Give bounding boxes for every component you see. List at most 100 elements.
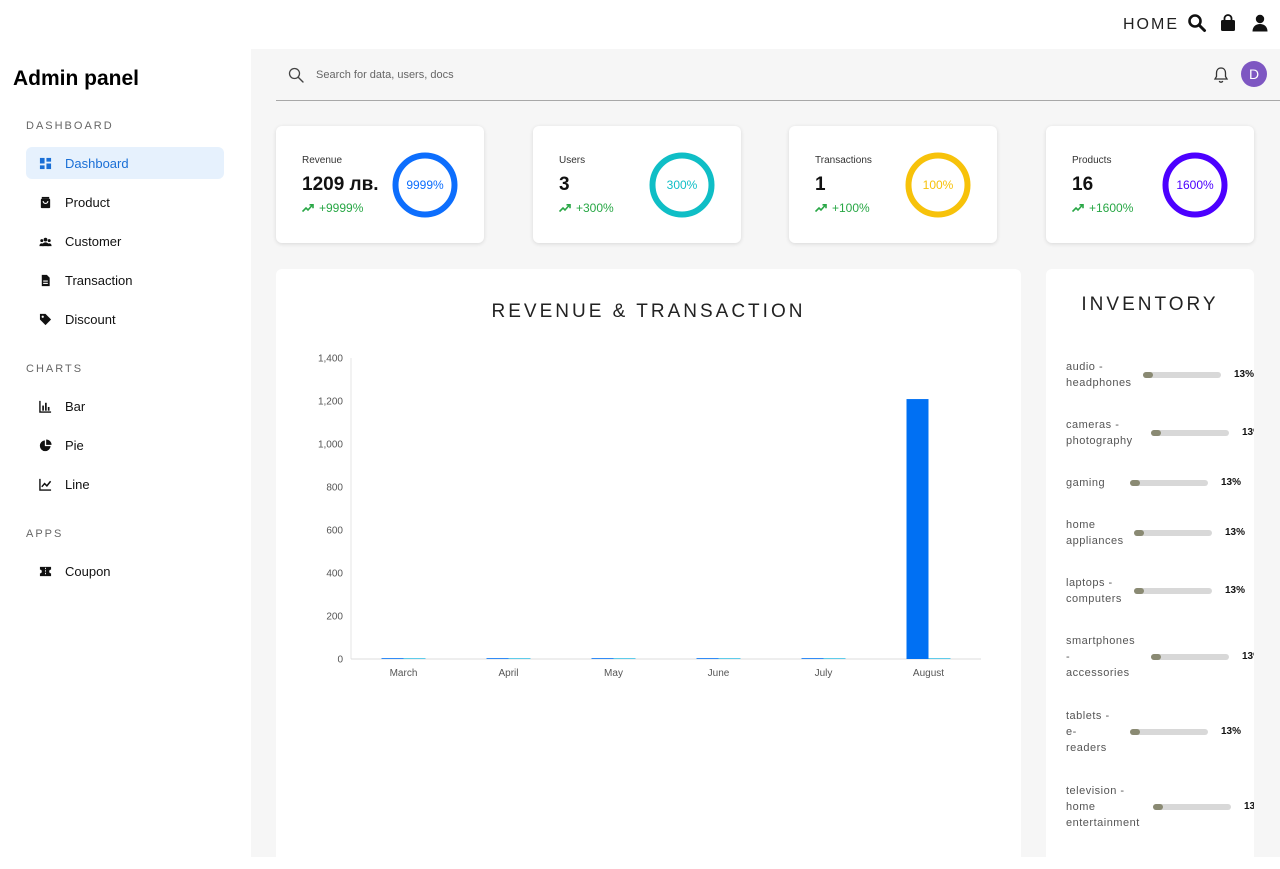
search-icon[interactable]	[1187, 13, 1207, 33]
inventory-category-label: smartphones - accessories	[1066, 633, 1135, 681]
sidebar-item-customer[interactable]: Customer	[26, 225, 224, 257]
sidebar-item-pie[interactable]: Pie	[26, 429, 224, 461]
line-chart-icon	[38, 477, 52, 491]
y-tick-label: 800	[326, 483, 343, 494]
trending-up-icon	[559, 204, 571, 213]
inventory-category-label: laptops - computers	[1066, 575, 1122, 607]
bar-july-series-2	[823, 658, 846, 659]
ring-percent: 300%	[666, 178, 698, 192]
y-tick-label: 600	[326, 526, 343, 537]
ring-percent: 9999%	[406, 178, 444, 192]
sidebar-item-label: Discount	[65, 311, 116, 327]
sidebar-item-discount[interactable]: Discount	[26, 303, 224, 335]
user-icon[interactable]	[1250, 13, 1270, 33]
inventory-percent: 13%	[1242, 651, 1254, 662]
ring-percent: 100%	[922, 178, 954, 192]
x-tick-label: July	[815, 668, 833, 679]
sidebar-item-label: Customer	[65, 233, 122, 249]
inventory-category-line: headphones	[1066, 377, 1132, 389]
shopping-bag-icon[interactable]	[1218, 13, 1238, 33]
sidebar-item-coupon[interactable]: Coupon	[26, 555, 224, 587]
stat-card-transactions: Transactions 1 +100% 100%	[789, 126, 997, 243]
y-tick-label: 400	[326, 569, 343, 580]
stat-change-text: +100%	[832, 201, 870, 215]
stat-card-products: Products 16 +1600% 1600%	[1046, 126, 1254, 243]
sidebar-item-label: Pie	[65, 437, 84, 453]
stat-change: +9999%	[302, 201, 363, 215]
sidebar-item-transaction[interactable]: Transaction	[26, 264, 224, 296]
sidebar-item-product[interactable]: Product	[26, 186, 224, 218]
trending-up-icon	[1072, 204, 1084, 213]
inventory-progress-bar	[1151, 430, 1229, 436]
sidebar-item-bar[interactable]: Bar	[26, 390, 224, 422]
inventory-category-line: accessories	[1066, 667, 1130, 679]
bar-august-series-1	[906, 399, 929, 659]
bar-april-series-1	[486, 658, 509, 659]
sidebar-item-dashboard[interactable]: Dashboard	[26, 147, 224, 179]
x-tick-label: April	[498, 668, 518, 679]
inventory-category-line: smartphones	[1066, 635, 1136, 647]
users-icon	[38, 234, 52, 248]
bell-icon[interactable]	[1213, 66, 1229, 84]
inventory-item: home appliances 13%	[1066, 517, 1254, 549]
inventory-percent: 13%	[1234, 369, 1254, 380]
inventory-progress-fill	[1134, 530, 1145, 536]
section-title-apps: APPS	[26, 528, 64, 540]
stat-card-revenue: Revenue 1209 лв. +9999% 9999%	[276, 126, 484, 243]
avatar[interactable]: D	[1241, 61, 1267, 87]
stat-value: 1209 лв.	[302, 174, 379, 195]
inventory-progress-bar	[1143, 372, 1221, 378]
bar-june-series-2	[718, 658, 741, 659]
stat-value: 3	[559, 174, 570, 195]
bar-march-series-2	[403, 658, 426, 659]
inventory-item: smartphones - accessories 13%	[1066, 633, 1254, 681]
inventory-percent: 13%	[1221, 726, 1242, 737]
inventory-item: cameras - photography 13%	[1066, 417, 1254, 449]
inventory-progress-bar	[1130, 729, 1208, 735]
inventory-progress-fill	[1151, 430, 1162, 436]
inventory-progress-bar	[1151, 654, 1229, 660]
bag-icon	[38, 195, 52, 209]
stat-change-text: +9999%	[319, 201, 364, 215]
sidebar-item-label: Bar	[65, 398, 86, 414]
ring-percent: 1600%	[1176, 178, 1214, 192]
bar-july-series-1	[801, 658, 824, 659]
revenue-transaction-chart: REVENUE & TRANSACTION 0 200 400 600 800 1,000…	[276, 269, 1021, 869]
inventory-percent: 13%	[1242, 427, 1254, 438]
inventory-category-line: entertainment	[1066, 817, 1140, 829]
stat-label: Products	[1072, 155, 1112, 166]
stat-change: +100%	[815, 201, 870, 215]
coupon-icon	[38, 564, 52, 578]
inventory-panel: INVENTORY audio - headphones 13% cameras - p…	[1046, 269, 1254, 869]
inventory-category-label: audio - headphones	[1066, 359, 1132, 391]
stat-label: Revenue	[302, 155, 343, 166]
inventory-title: INVENTORY	[1081, 294, 1219, 315]
inventory-category-line: television -	[1066, 785, 1125, 797]
inventory-category-line: computers	[1066, 593, 1122, 605]
inventory-category-label: tablets - e-readers	[1066, 708, 1110, 756]
bar-may-series-2	[613, 658, 636, 659]
chart-title: REVENUE & TRANSACTION	[491, 301, 806, 322]
bar-june-series-1	[696, 658, 719, 659]
sidebar-item-line[interactable]: Line	[26, 468, 224, 500]
search-input[interactable]	[316, 65, 916, 85]
inventory-progress-fill	[1134, 588, 1145, 594]
inventory-category-line: photography	[1066, 435, 1133, 447]
inventory-category-line: laptops -	[1066, 577, 1113, 589]
sidebar-item-label: Product	[65, 194, 110, 210]
inventory-progress-bar	[1130, 480, 1208, 486]
inventory-item: laptops - computers 13%	[1066, 575, 1254, 607]
pie-chart-icon	[38, 438, 52, 452]
stat-label: Transactions	[815, 155, 872, 166]
top-navigation: HOME	[0, 0, 1280, 49]
y-tick-label: 1,000	[318, 440, 343, 451]
main-content: D Revenue 1209 лв. +9999% 9999% Users 3 …	[251, 49, 1280, 869]
inventory-progress-fill	[1130, 729, 1141, 735]
stat-change: +300%	[559, 201, 614, 215]
home-link[interactable]: HOME	[1123, 16, 1179, 34]
inventory-item: gaming 13%	[1066, 475, 1254, 491]
bar-may-series-1	[591, 658, 614, 659]
inventory-progress-fill	[1130, 480, 1141, 486]
sidebar-item-label: Line	[65, 476, 90, 492]
inventory-category-line: cameras -	[1066, 419, 1120, 431]
